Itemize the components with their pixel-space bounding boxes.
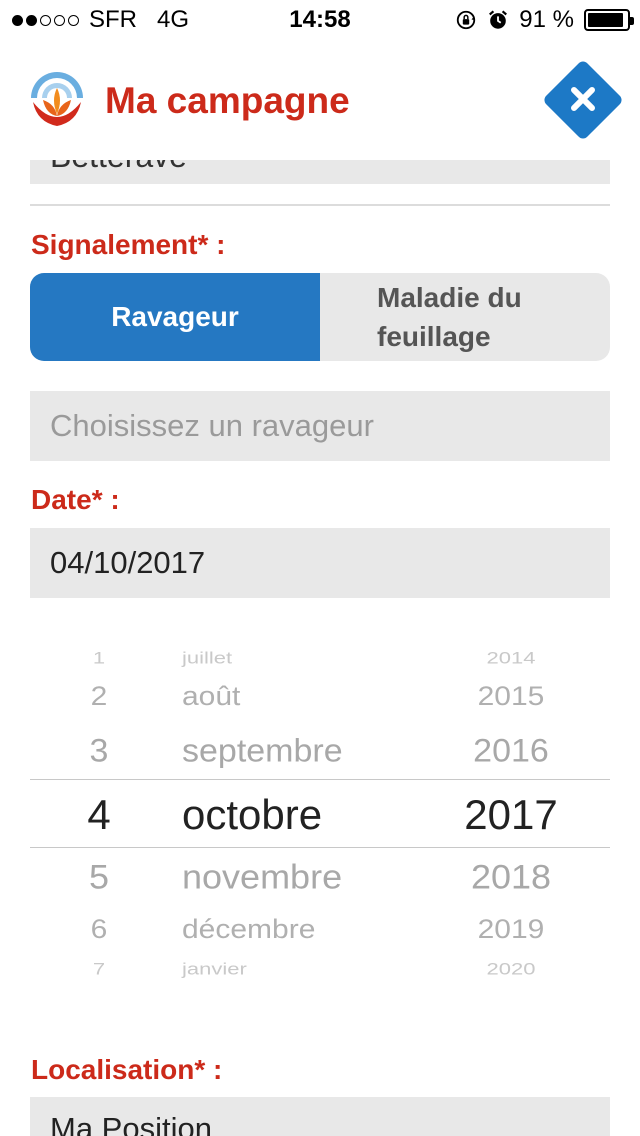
picker-year: 2014	[486, 648, 536, 667]
picker-row[interactable]: 2 août 2015	[30, 681, 610, 713]
picker-row[interactable]: 3 septembre 2016	[30, 732, 610, 771]
close-icon[interactable]	[548, 64, 618, 134]
date-value: 04/10/2017	[50, 545, 206, 580]
date-picker[interactable]: 1 juillet 2014 2 août 2015 3 septembre 2016 4 octo…	[30, 628, 610, 993]
ravageur-select[interactable]: Choisissez un ravageur	[30, 391, 610, 461]
picker-month: décembre	[182, 915, 316, 945]
picker-month: novembre	[182, 857, 343, 896]
localisation-label: Localisation* :	[31, 1054, 223, 1085]
picker-selected-row[interactable]: 4 octobre 2017	[30, 790, 610, 840]
rotation-lock-icon	[457, 10, 476, 30]
ravageur-placeholder: Choisissez un ravageur	[50, 408, 374, 443]
section-divider	[30, 204, 610, 206]
segment-ravageur[interactable]: Ravageur	[30, 273, 320, 361]
localisation-value: Ma Position	[50, 1111, 212, 1136]
date-label: Date* :	[31, 484, 120, 515]
signalement-label: Signalement* :	[31, 229, 226, 260]
picker-row[interactable]: 5 novembre 2018	[30, 856, 610, 897]
picker-month: septembre	[182, 732, 343, 769]
picker-year: 2015	[477, 682, 545, 712]
localisation-field[interactable]: Ma Position	[30, 1097, 610, 1136]
app-header: Ma campagne	[0, 58, 640, 150]
crop-field[interactable]: Betterave	[30, 160, 610, 184]
picker-row[interactable]: 6 décembre 2019	[30, 914, 610, 946]
picker-month: octobre	[182, 790, 323, 838]
picker-day: 7	[92, 959, 106, 978]
page-title: Ma campagne	[105, 80, 350, 121]
picker-month: juillet	[182, 648, 233, 667]
alarm-icon	[489, 10, 508, 29]
status-right: 91 %	[455, 6, 634, 34]
status-bar: SFR 4G 14:58 91 %	[0, 0, 640, 40]
picker-selection-top-line	[30, 779, 610, 780]
picker-year: 2018	[470, 857, 552, 896]
battery-icon	[584, 9, 634, 31]
picker-year: 2017	[464, 790, 558, 838]
picker-day: 1	[92, 648, 106, 667]
picker-selection-bottom-line	[30, 847, 610, 848]
picker-day: 5	[88, 857, 110, 896]
picker-year: 2020	[486, 959, 536, 978]
picker-row[interactable]: 7 janvier 2020	[30, 959, 610, 979]
battery-percentage: 91 %	[519, 6, 574, 33]
picker-day: 3	[89, 732, 109, 769]
picker-year: 2016	[473, 732, 549, 769]
picker-month: janvier	[182, 959, 247, 978]
picker-month: août	[182, 682, 241, 712]
app-logo	[31, 72, 83, 126]
picker-row[interactable]: 1 juillet 2014	[30, 648, 610, 668]
crop-field-value: Betterave	[50, 160, 187, 175]
picker-day: 4	[87, 790, 111, 838]
picker-year: 2019	[477, 915, 545, 945]
date-field[interactable]: 04/10/2017	[30, 528, 610, 598]
picker-day: 2	[90, 682, 108, 712]
segment-maladie-du-feuillage[interactable]: Maladie du feuillage	[320, 273, 610, 361]
signalement-segmented-control[interactable]: Ravageur Maladie du feuillage	[30, 273, 610, 361]
picker-day: 6	[90, 915, 108, 945]
